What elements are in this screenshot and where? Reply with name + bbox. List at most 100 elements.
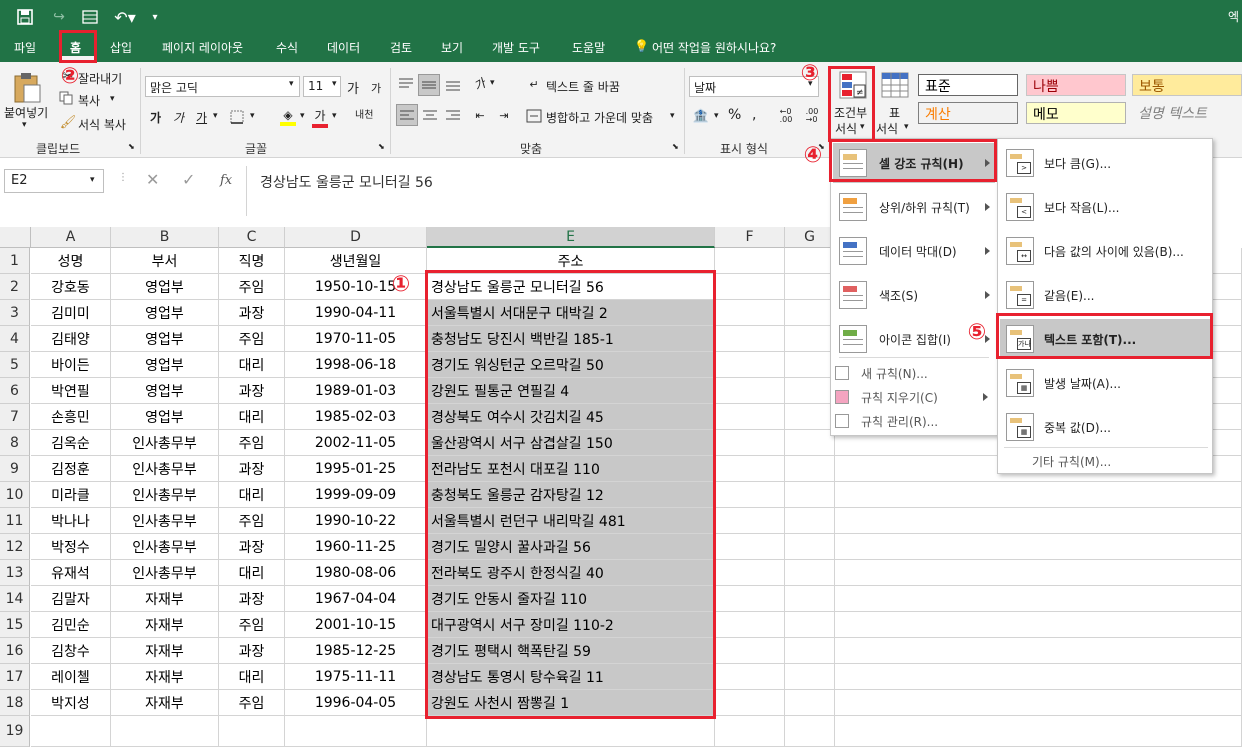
table-cell[interactable]: 자재부 xyxy=(111,690,219,716)
style-neutral[interactable]: 보통 xyxy=(1132,74,1242,96)
table-cell[interactable]: 1980-08-06 xyxy=(285,560,427,586)
table-cell[interactable]: 김옥순 xyxy=(31,430,111,456)
empty-cell[interactable] xyxy=(785,638,835,664)
table-cell[interactable]: 1970-11-05 xyxy=(285,326,427,352)
empty-cell[interactable] xyxy=(785,716,835,747)
table-cell[interactable]: 김미미 xyxy=(31,300,111,326)
empty-cell[interactable] xyxy=(219,716,285,747)
highlight-rule-item[interactable]: ↔ 다음 값의 사이에 있음(B)... xyxy=(1000,231,1210,271)
table-cell[interactable]: 미라클 xyxy=(31,482,111,508)
redo-icon[interactable]: ↪ xyxy=(46,8,72,26)
empty-cell[interactable] xyxy=(715,378,785,404)
tell-me-search[interactable]: 어떤 작업을 원하시나요? xyxy=(652,39,776,56)
decrease-indent-icon[interactable]: ⇤ xyxy=(470,104,490,126)
table-cell[interactable]: 인사총무부 xyxy=(111,482,219,508)
table-cell[interactable]: 과장 xyxy=(219,534,285,560)
italic-button[interactable]: 가 xyxy=(173,109,184,126)
more-rules-item[interactable]: 기타 규칙(M)... xyxy=(1032,451,1111,471)
table-cell[interactable]: 1985-12-25 xyxy=(285,638,427,664)
manage-rules-item[interactable]: 규칙 관리(R)... xyxy=(835,411,995,431)
font-name-select[interactable]: 맑은 고딕 xyxy=(145,76,300,97)
row-header[interactable]: 19 xyxy=(0,716,30,747)
merge-dropdown-icon[interactable]: ▾ xyxy=(670,111,675,121)
empty-cell[interactable] xyxy=(785,534,835,560)
accounting-format-icon[interactable]: 🏦 xyxy=(690,106,712,126)
empty-cell[interactable] xyxy=(715,586,785,612)
style-calculation[interactable]: 계산 xyxy=(918,102,1018,124)
customize-toolbar-icon[interactable]: ▾ xyxy=(148,8,162,26)
table-cell[interactable]: 2001-10-15 xyxy=(285,612,427,638)
cf-menu-item[interactable]: 상위/하위 규칙(T) xyxy=(833,187,995,227)
table-cell[interactable]: 2002-11-05 xyxy=(285,430,427,456)
style-bad[interactable]: 나쁨 xyxy=(1026,74,1126,96)
empty-cell[interactable] xyxy=(785,274,835,300)
empty-cell[interactable] xyxy=(835,560,1242,586)
orientation-dropdown-icon[interactable]: ▾ xyxy=(490,78,495,88)
table-cell[interactable]: 김민순 xyxy=(31,612,111,638)
format-painter-icon[interactable]: 🖌 xyxy=(60,114,77,130)
table-cell[interactable]: 1990-04-11 xyxy=(285,300,427,326)
phonetic-button[interactable]: 내천 xyxy=(355,106,373,121)
empty-cell[interactable] xyxy=(111,716,219,747)
table-cell[interactable]: 바이든 xyxy=(31,352,111,378)
lightbulb-icon[interactable]: 💡 xyxy=(634,39,649,53)
highlight-rule-item[interactable]: = 같음(E)... xyxy=(1000,275,1210,315)
align-left-icon[interactable] xyxy=(396,104,418,126)
empty-cell[interactable] xyxy=(835,716,1242,747)
empty-cell[interactable] xyxy=(785,586,835,612)
percent-button[interactable]: % xyxy=(728,107,741,123)
empty-cell[interactable] xyxy=(835,690,1242,716)
style-note[interactable]: 메모 xyxy=(1026,102,1126,124)
column-header-f[interactable]: F xyxy=(715,227,785,248)
tab-data[interactable]: 데이터 xyxy=(327,39,360,56)
empty-cell[interactable] xyxy=(785,430,835,456)
increase-decimal-icon[interactable]: ←0.00 xyxy=(774,106,798,126)
empty-cell[interactable] xyxy=(835,664,1242,690)
table-cell[interactable]: 자재부 xyxy=(111,664,219,690)
align-center-icon[interactable] xyxy=(420,104,440,126)
row-header[interactable]: 8 xyxy=(0,430,30,456)
empty-cell[interactable] xyxy=(715,352,785,378)
tab-page-layout[interactable]: 페이지 레이아웃 xyxy=(162,39,243,56)
enter-icon[interactable]: ✓ xyxy=(182,170,195,189)
font-color-icon[interactable]: 가 xyxy=(310,106,330,128)
format-as-table-icon[interactable] xyxy=(880,70,910,100)
format-painter-button[interactable]: 서식 복사 xyxy=(78,116,126,133)
table-cell[interactable]: 영업부 xyxy=(111,300,219,326)
empty-cell[interactable] xyxy=(715,664,785,690)
empty-cell[interactable] xyxy=(785,690,835,716)
table-cell[interactable]: 대리 xyxy=(219,482,285,508)
table-cell[interactable]: 1960-11-25 xyxy=(285,534,427,560)
tab-insert[interactable]: 삽입 xyxy=(110,39,132,56)
table-cell[interactable]: 김태양 xyxy=(31,326,111,352)
align-bottom-icon[interactable] xyxy=(443,74,463,94)
align-middle-icon[interactable] xyxy=(418,74,440,96)
form-icon[interactable] xyxy=(80,8,100,26)
table-cell[interactable]: 인사총무부 xyxy=(111,430,219,456)
table-cell[interactable]: 주임 xyxy=(219,326,285,352)
table-cell[interactable]: 주임 xyxy=(219,508,285,534)
table-cell[interactable]: 영업부 xyxy=(111,326,219,352)
empty-cell[interactable] xyxy=(31,716,111,747)
empty-cell[interactable] xyxy=(835,482,1242,508)
empty-cell[interactable] xyxy=(785,326,835,352)
row-header[interactable]: 16 xyxy=(0,638,30,664)
table-cell[interactable]: 박연필 xyxy=(31,378,111,404)
decrease-decimal-icon[interactable]: .00 →0 xyxy=(800,106,824,126)
row-header[interactable]: 7 xyxy=(0,404,30,430)
font-size-dropdown-icon[interactable]: ▾ xyxy=(332,79,337,89)
empty-cell[interactable] xyxy=(835,534,1242,560)
row-header[interactable]: 5 xyxy=(0,352,30,378)
merge-center-button[interactable]: 병합하고 가운데 맞춤 xyxy=(546,109,653,126)
clear-rules-item[interactable]: 규칙 지우기(C) xyxy=(835,387,995,407)
paste-icon[interactable] xyxy=(10,70,44,104)
table-cell[interactable]: 1989-01-03 xyxy=(285,378,427,404)
cf-menu-item[interactable]: 색조(S) xyxy=(833,275,995,315)
tab-help[interactable]: 도움말 xyxy=(572,39,605,56)
table-cell[interactable]: 박나나 xyxy=(31,508,111,534)
fill-color-dropdown-icon[interactable]: ▾ xyxy=(300,111,305,121)
format-as-table-dropdown-icon[interactable]: ▾ xyxy=(904,122,909,132)
table-cell[interactable]: 영업부 xyxy=(111,378,219,404)
empty-cell[interactable] xyxy=(785,456,835,482)
highlight-rule-item[interactable]: > 보다 큼(G)... xyxy=(1000,143,1210,183)
